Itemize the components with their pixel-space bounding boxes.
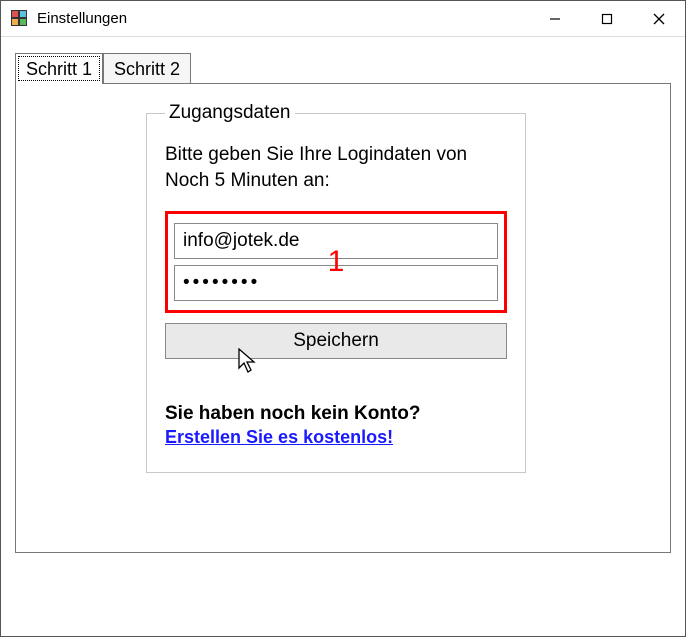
annotation-box-1: 1 xyxy=(165,211,507,313)
client-area: Schritt 1 Schritt 2 Zugangsdaten Bitte g… xyxy=(15,49,671,622)
maximize-icon xyxy=(601,13,613,25)
minimize-button[interactable] xyxy=(529,1,581,36)
settings-window: Einstellungen Schritt 1 Schritt 2 Zugang… xyxy=(0,0,686,637)
maximize-button[interactable] xyxy=(581,1,633,36)
close-icon xyxy=(653,13,665,25)
no-account-text: Sie haben noch kein Konto? xyxy=(165,403,507,425)
email-input[interactable] xyxy=(174,223,498,259)
credentials-hint: Bitte geben Sie Ihre Logindaten von Noch… xyxy=(165,142,507,193)
create-account-link[interactable]: Erstellen Sie es kostenlos! xyxy=(165,427,393,447)
credentials-group: Zugangsdaten Bitte geben Sie Ihre Logind… xyxy=(146,102,526,473)
tab-page-step-1: Zugangsdaten Bitte geben Sie Ihre Logind… xyxy=(15,83,671,553)
close-button[interactable] xyxy=(633,1,685,36)
window-title: Einstellungen xyxy=(37,10,127,27)
app-icon xyxy=(11,10,29,28)
save-button[interactable]: Speichern xyxy=(165,323,507,359)
tab-bar: Schritt 1 Schritt 2 xyxy=(15,49,671,83)
password-input[interactable] xyxy=(174,265,498,301)
tab-step-1[interactable]: Schritt 1 xyxy=(15,53,103,84)
tab-step-2[interactable]: Schritt 2 xyxy=(103,53,191,84)
minimize-icon xyxy=(549,13,561,25)
titlebar: Einstellungen xyxy=(1,1,685,37)
group-legend: Zugangsdaten xyxy=(165,102,295,124)
